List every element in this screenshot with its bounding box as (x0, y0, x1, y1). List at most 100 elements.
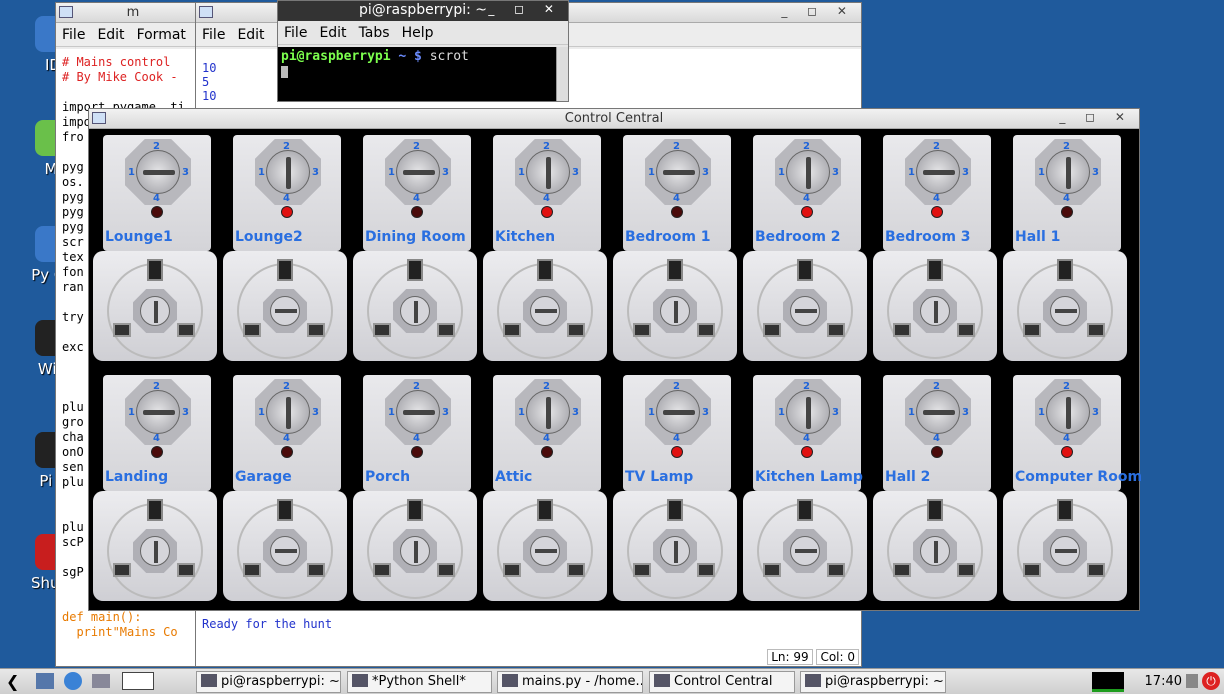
plug-socket[interactable]: 2 1 3 4 Lounge2 (223, 135, 347, 375)
menu-item-help[interactable]: Help (396, 21, 440, 45)
earth-pin-hole (147, 259, 163, 281)
dial-number: 2 (543, 141, 550, 152)
plug-socket[interactable]: 2 1 3 4 Landing (93, 375, 217, 615)
earth-pin-hole (797, 499, 813, 521)
plug-label: Attic (495, 469, 533, 485)
taskbar-window-button[interactable]: mains.py - /home... (497, 671, 643, 693)
plug-socket[interactable]: 2 1 3 4 Lounge1 (93, 135, 217, 375)
status-led-off (151, 206, 163, 218)
editor-titlebar[interactable]: m (56, 3, 210, 23)
channel-dial: 2 1 3 4 (645, 139, 711, 205)
lock-icon[interactable] (1186, 674, 1198, 688)
code-dial-face (530, 536, 560, 566)
window-icon (199, 6, 213, 18)
dial-number: 2 (283, 141, 290, 152)
dial-number: 3 (442, 167, 449, 178)
terminal-launcher-icon[interactable] (122, 672, 154, 690)
window-icon (201, 674, 217, 687)
taskbar-window-button[interactable]: Control Central (649, 671, 795, 693)
window-controls[interactable]: _ ◻ ✕ (488, 2, 562, 16)
code-dial-pointer (414, 301, 418, 323)
plug-label: Porch (365, 469, 411, 485)
menu-item-tabs[interactable]: Tabs (353, 21, 396, 45)
window-icon (352, 674, 368, 687)
live-pin-hole (373, 323, 391, 337)
menu-item-file[interactable]: File (196, 23, 231, 47)
plug-socket[interactable]: 2 1 3 4 Bedroom 1 (613, 135, 737, 375)
plug-socket[interactable]: 2 1 3 4 Hall 1 (1003, 135, 1127, 375)
taskbar-window-button[interactable]: *Python Shell* (347, 671, 492, 693)
dial-number: 1 (1038, 167, 1045, 178)
plug-socket[interactable]: 2 1 3 4 Garage (223, 375, 347, 615)
window-controls[interactable]: _ ◻ ✕ (781, 4, 855, 18)
plug-socket[interactable]: 2 1 3 4 Kitchen Lamp (743, 375, 867, 615)
plug-socket[interactable]: 2 1 3 4 Porch (353, 375, 477, 615)
plug-socket[interactable]: 2 1 3 4 Kitchen (483, 135, 607, 375)
socket-face (743, 491, 867, 601)
plug-socket[interactable]: 2 1 3 4 Bedroom 3 (873, 135, 997, 375)
neutral-pin-hole (697, 563, 715, 577)
neutral-pin-hole (827, 563, 845, 577)
plug-label: Landing (105, 469, 169, 485)
socket-face (93, 491, 217, 601)
menu-item-edit[interactable]: Edit (313, 21, 352, 45)
channel-dial: 2 1 3 4 (775, 379, 841, 445)
plug-socket[interactable]: 2 1 3 4 Dining Room (353, 135, 477, 375)
dial-number: 3 (702, 167, 709, 178)
code-dial-face (1050, 296, 1080, 326)
dial-face (526, 150, 570, 194)
control-central-window[interactable]: Control Central _ ◻ ✕ 2 1 3 4 Lounge1 2 1 3 4 Lou… (88, 108, 1142, 611)
dial-face (786, 150, 830, 194)
text-cursor (281, 65, 288, 78)
neutral-pin-hole (957, 563, 975, 577)
dial-number: 3 (832, 407, 839, 418)
menu-launcher-icon[interactable]: ❮ (6, 672, 19, 691)
terminal-window[interactable]: pi@raspberrypi: ~ _ ◻ ✕ File Edit Tabs Help… (277, 0, 569, 102)
plug-socket[interactable]: 2 1 3 4 Attic (483, 375, 607, 615)
menu-item-format[interactable]: Format (131, 23, 192, 47)
menu-item-edit[interactable]: Edit (91, 23, 130, 47)
desktop-switcher-icon[interactable] (92, 674, 110, 688)
dial-number: 4 (283, 433, 290, 444)
plug-socket[interactable]: 2 1 3 4 Hall 2 (873, 375, 997, 615)
menu-item-file[interactable]: File (278, 21, 313, 45)
channel-dial: 2 1 3 4 (125, 139, 191, 205)
dial-number: 3 (312, 167, 319, 178)
plug-socket[interactable]: 2 1 3 4 TV Lamp (613, 375, 737, 615)
terminal-titlebar[interactable]: pi@raspberrypi: ~ _ ◻ ✕ (278, 1, 568, 21)
power-icon[interactable]: ⏻ (1202, 672, 1220, 690)
dial-number: 3 (962, 407, 969, 418)
dial-number: 1 (388, 407, 395, 418)
file-manager-icon[interactable] (36, 673, 54, 689)
terminal-scrollbar[interactable] (556, 47, 568, 101)
menu-item-edit[interactable]: Edit (231, 23, 270, 47)
shell-line: 10 (202, 61, 217, 75)
status-led-on (801, 446, 813, 458)
plug-socket[interactable]: 2 1 3 4 Bedroom 2 (743, 135, 867, 375)
menu-item-file[interactable]: File (56, 23, 91, 47)
neutral-pin-hole (697, 323, 715, 337)
dial-face (786, 390, 830, 434)
code-dial-face (400, 296, 430, 326)
dial-face (656, 150, 700, 194)
channel-dial: 2 1 3 4 (645, 379, 711, 445)
code-dial-pointer (674, 541, 678, 563)
taskbar-window-button[interactable]: pi@raspberrypi: ~ (800, 671, 946, 693)
taskbar-window-button[interactable]: pi@raspberrypi: ~ (196, 671, 341, 693)
code-dial-face (270, 296, 300, 326)
code-dial-face (920, 536, 950, 566)
earth-pin-hole (537, 499, 553, 521)
window-controls[interactable]: _ ◻ ✕ (1059, 110, 1133, 124)
dial-number: 3 (702, 407, 709, 418)
plug-socket[interactable]: 2 1 3 4 Computer Room (1003, 375, 1142, 615)
dial-number: 1 (128, 407, 135, 418)
terminal-output[interactable]: pi@raspberrypi ~ $ scrot (278, 47, 556, 101)
socket-face (743, 251, 867, 361)
dial-face (136, 150, 180, 194)
status-led-off (671, 206, 683, 218)
code-dial-pointer (535, 309, 557, 313)
control-central-titlebar[interactable]: Control Central _ ◻ ✕ (89, 109, 1139, 129)
code-dial-face (790, 536, 820, 566)
browser-icon[interactable] (64, 672, 82, 690)
status-led-on (801, 206, 813, 218)
